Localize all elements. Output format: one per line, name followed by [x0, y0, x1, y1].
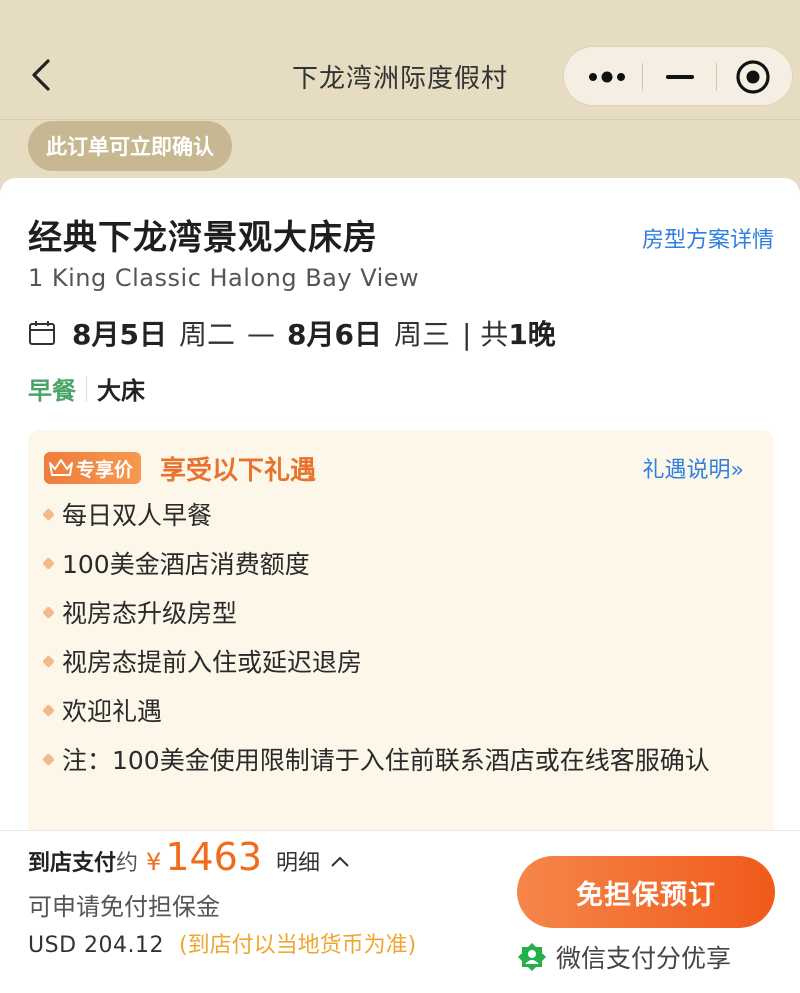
more-button[interactable]	[574, 47, 640, 107]
bullet-diamond-icon	[42, 704, 55, 717]
perk-item: 视房态升级房型	[42, 592, 762, 636]
room-card: 经典下龙湾景观大床房 房型方案详情 1 King Classic Halong …	[0, 178, 800, 850]
perk-item: 100美金酒店消费额度	[42, 543, 762, 587]
nights-count: 1晚	[508, 318, 556, 351]
wechat-pay-score-icon	[518, 943, 546, 971]
minimize-button[interactable]	[644, 47, 716, 107]
checkin-weekday: 周二	[178, 318, 235, 351]
capsule-divider	[716, 63, 717, 91]
tag-divider	[86, 375, 87, 402]
guarantee-note: 可申请免付担保金	[28, 893, 220, 921]
stay-dates: 8月5日 周二 — 8月6日 周三 | 共 1晚	[28, 313, 556, 353]
price-approx: 约	[116, 851, 139, 876]
minus-icon	[666, 75, 694, 79]
price-row: 到店支付 约 ¥ 1463 明细	[28, 835, 350, 879]
checkout-date: 8月6日	[286, 318, 382, 351]
book-without-guarantee-button[interactable]: 免担保预订	[517, 856, 775, 928]
chevron-up-icon	[331, 856, 349, 867]
bullet-diamond-icon	[42, 655, 55, 668]
top-nav-bar: 下龙湾洲际度假村	[0, 0, 800, 120]
room-tags: 早餐 大床	[28, 371, 145, 406]
instant-confirm-badge: 此订单可立即确认	[28, 121, 232, 171]
bullet-diamond-icon	[42, 557, 55, 570]
nav-divider	[0, 119, 800, 120]
capsule-divider	[642, 63, 643, 91]
perks-list: 每日双人早餐 100美金酒店消费额度 视房态升级房型 视房态提前入住或延迟退房 …	[42, 494, 762, 788]
perk-item: 视房态提前入住或延迟退房	[42, 641, 762, 685]
usd-price: USD 204.12	[28, 933, 164, 958]
perk-item: 欢迎礼遇	[42, 690, 762, 734]
bullet-diamond-icon	[42, 753, 55, 766]
local-currency-note: (到店付以当地货币为准)	[178, 933, 417, 958]
more-dots-icon	[589, 71, 625, 83]
price-detail-label: 明细	[276, 851, 321, 876]
perks-explanation-link[interactable]: 礼遇说明»	[643, 452, 744, 484]
wechat-pay-score-row: 微信支付分优享	[516, 939, 731, 975]
close-button[interactable]	[718, 47, 788, 107]
perks-heading: 享受以下礼遇	[160, 456, 317, 486]
perk-item-note: 注：100美金使用限制请于入住前联系酒店或在线客服确认	[42, 739, 762, 783]
exclusive-price-badge: 专享价	[44, 452, 142, 484]
wechat-pay-score-label: 微信支付分优享	[556, 944, 732, 973]
checkout-weekday: 周三	[393, 318, 450, 351]
usd-row: USD 204.12 (到店付以当地货币为准)	[28, 927, 416, 959]
crown-icon	[49, 459, 73, 476]
bottom-booking-bar: 到店支付 约 ¥ 1463 明细 可申请免付担保金 USD 204.12 (到店…	[0, 830, 800, 993]
date-dash: —	[246, 316, 275, 350]
price-detail-toggle[interactable]: 明细	[276, 845, 350, 877]
pay-at-hotel-label: 到店支付	[28, 851, 117, 876]
nights-prefix: | 共	[461, 318, 509, 351]
tag-bed: 大床	[97, 377, 145, 405]
bullet-diamond-icon	[42, 606, 55, 619]
target-circle-icon	[736, 60, 770, 94]
exclusive-price-label: 专享价	[76, 458, 134, 481]
room-title-english: 1 King Classic Halong Bay View	[28, 264, 420, 292]
bullet-diamond-icon	[42, 508, 55, 521]
perk-item: 每日双人早餐	[42, 494, 762, 538]
checkin-date: 8月5日	[72, 318, 167, 351]
tag-breakfast: 早餐	[28, 377, 76, 405]
currency-symbol: ¥	[146, 848, 162, 876]
perks-box: 专享价 享受以下礼遇 礼遇说明» 每日双人早餐 100美金酒店消费额度 视房态升…	[28, 430, 774, 850]
price-value: 1463	[165, 835, 263, 879]
room-title: 经典下龙湾景观大床房	[28, 218, 378, 258]
room-plan-detail-link[interactable]: 房型方案详情	[642, 222, 774, 254]
calendar-icon	[29, 321, 55, 345]
mini-program-capsule	[563, 46, 793, 106]
